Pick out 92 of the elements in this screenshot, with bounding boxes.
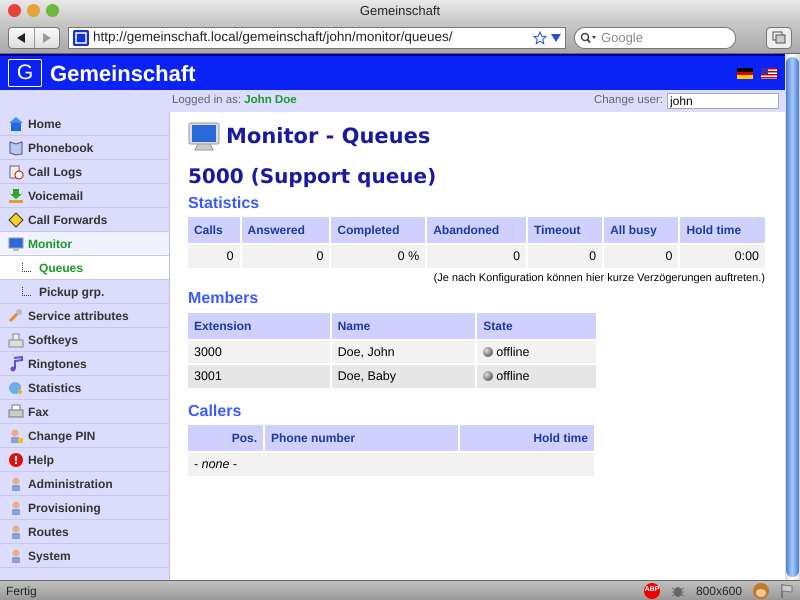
sidebar-item[interactable]: Voicemail — [0, 184, 169, 208]
person-icon — [8, 428, 24, 444]
column-header: Completed — [331, 217, 426, 244]
section-heading: Statistics — [188, 194, 260, 214]
state-text: offline — [496, 344, 530, 359]
table-cell: 0 — [604, 245, 678, 268]
sidebar-subitem[interactable]: Pickup grp. — [0, 280, 169, 304]
site-icon — [73, 30, 89, 46]
status-text: Fertig — [6, 582, 37, 600]
tree-line — [22, 263, 31, 272]
window-size-text: 800x600 — [696, 582, 742, 600]
user-name: John Doe — [244, 93, 297, 108]
scrollbar-thumb[interactable] — [786, 57, 799, 577]
clock-icon — [8, 164, 24, 180]
column-header: Name — [332, 312, 476, 339]
star-icon[interactable] — [533, 30, 547, 44]
table-cell: Doe, Baby — [332, 365, 476, 388]
table-cell: 0 — [427, 245, 526, 268]
tabs-icon[interactable] — [766, 26, 792, 48]
logo-mark: G — [8, 59, 42, 87]
help-icon — [8, 452, 24, 468]
section-heading: Members — [188, 289, 260, 309]
column-header: State — [477, 312, 596, 339]
sidebar-item[interactable]: Phonebook — [0, 136, 169, 160]
sidebar-item[interactable]: Provisioning — [0, 496, 169, 520]
book-icon — [8, 140, 24, 156]
sidebar-item[interactable]: Call Logs — [0, 160, 169, 184]
sidebar-item[interactable]: Change PIN — [0, 424, 169, 448]
wrench-icon — [8, 308, 24, 324]
queue-title: 5000 (Support queue) — [188, 164, 438, 188]
sidebar-item[interactable]: Home — [0, 112, 169, 136]
download-icon — [8, 188, 24, 204]
back-arrow-icon — [17, 32, 26, 42]
monitor-icon — [188, 122, 220, 152]
sidebar-item[interactable]: Softkeys — [0, 328, 169, 352]
table-cell: 3000 — [188, 340, 330, 364]
sidebar-item[interactable]: Ringtones — [0, 352, 169, 376]
flag-icon[interactable] — [780, 582, 794, 598]
note-text: (Je nach Konfiguration können hier kurze Verzögerungen auftreten.) — [432, 270, 765, 286]
close-icon[interactable] — [8, 4, 21, 17]
music-icon — [8, 356, 24, 372]
section-heading: Callers — [188, 402, 242, 422]
sidebar-item[interactable]: System — [0, 544, 169, 568]
logged-in-label: Logged in as: — [172, 93, 242, 108]
home-icon — [8, 116, 24, 132]
table-cell: 0 — [188, 245, 240, 268]
change-user-field[interactable]: john — [667, 93, 779, 109]
table-cell: 0 — [242, 245, 330, 268]
state-text: offline — [496, 369, 530, 384]
window-title: Gemeinschaft — [360, 2, 440, 20]
us-flag-icon[interactable] — [761, 68, 777, 78]
forward-arrow-icon — [42, 32, 51, 42]
sidebar-item[interactable]: Statistics — [0, 376, 169, 400]
column-header: Answered — [242, 217, 330, 244]
change-user-label: Change user: — [594, 93, 663, 108]
tree-line — [22, 287, 31, 296]
sidebar-item[interactable]: Administration — [0, 472, 169, 496]
sign-icon — [8, 212, 24, 228]
address-field[interactable]: http://gemeinschaft.local/gemeinschaft/john/monitor/queues/ — [68, 26, 566, 48]
sidebar-item[interactable]: Service attributes — [0, 304, 169, 328]
sidebar-item[interactable]: Routes — [0, 520, 169, 544]
page-title: Monitor - Queues — [226, 124, 430, 150]
column-header: Phone number — [265, 425, 458, 452]
table-cell: 3001 — [188, 365, 330, 388]
table-cell: 0 % — [331, 245, 426, 268]
status-icon — [483, 346, 494, 357]
sidebar-item[interactable]: Help — [0, 448, 169, 472]
column-header: Timeout — [528, 217, 602, 244]
table-cell: Doe, John — [332, 340, 476, 364]
status-icon — [483, 371, 494, 382]
german-flag-icon[interactable] — [737, 68, 753, 78]
site-title: Gemeinschaft — [50, 60, 196, 88]
printer-icon — [8, 404, 24, 420]
column-header: Hold time — [680, 217, 765, 244]
sidebar-item[interactable]: Fax — [0, 400, 169, 424]
column-header: Extension — [188, 312, 330, 339]
search-field[interactable]: Google — [574, 26, 736, 48]
column-header: Pos. — [188, 425, 264, 452]
column-header: All busy — [604, 217, 678, 244]
keypad-icon — [8, 332, 24, 348]
monitor-icon — [8, 236, 24, 252]
column-header: Calls — [188, 217, 240, 244]
empty-text: - none - — [188, 453, 594, 476]
table-cell: 0:00 — [680, 245, 765, 268]
table-cell: 0 — [528, 245, 602, 268]
search-icon — [580, 32, 596, 44]
chart-icon — [8, 380, 24, 396]
column-header: Abandoned — [427, 217, 526, 244]
dropdown-icon[interactable] — [551, 34, 561, 42]
sidebar-subitem[interactable]: Queues — [0, 256, 169, 280]
column-header: Hold time — [460, 425, 594, 452]
monkey-icon[interactable] — [752, 582, 770, 600]
